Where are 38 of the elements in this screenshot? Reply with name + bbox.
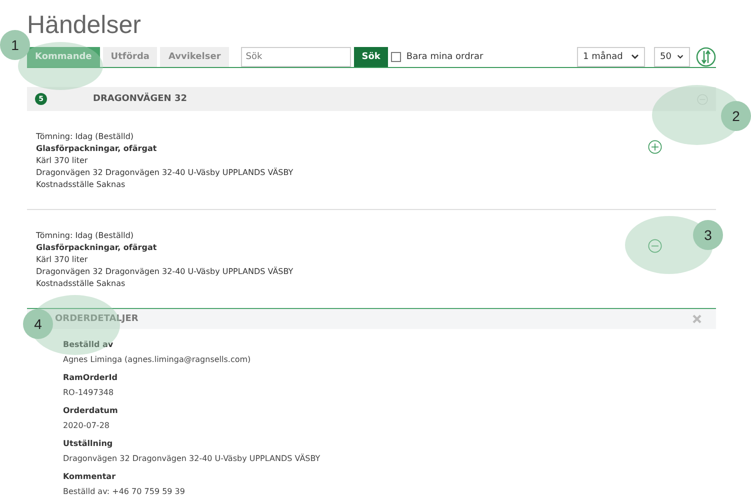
field-label: Utställning [63, 438, 113, 450]
field-label: Orderdatum [63, 405, 118, 417]
event-status: Tömning: Idag (Beställd) [36, 131, 134, 143]
callout-number: 1 [0, 30, 30, 60]
callout-number: 2 [721, 101, 751, 131]
field-label: RamOrderId [63, 372, 118, 384]
checkbox-label[interactable]: Bara mina ordrar [406, 52, 484, 62]
field-value: 2020-07-28 [63, 420, 110, 432]
section-title: ORDERDETALJER [55, 314, 140, 324]
event-address: Dragonvägen 32 Dragonvägen 32-40 U-Väsby UPPLANDS VÄSBY [36, 167, 294, 179]
field-value: Beställd av: +46 70 759 59 39 [63, 486, 185, 498]
field-label: Beställd av [63, 339, 114, 351]
event-material: Glasförpackningar, ofärgat [36, 242, 157, 254]
callout-number: 4 [23, 309, 53, 339]
field-value: Dragonvägen 32 Dragonvägen 32-40 U-Väsby UPPLANDS VÄSBY [63, 453, 320, 465]
event-cost-center: Kostnadsställe Saknas [36, 179, 126, 191]
collapse-icon[interactable] [648, 239, 662, 253]
event-container: Kärl 370 liter [36, 155, 88, 167]
field-label: Kommentar [63, 471, 116, 483]
period-select[interactable]: 1 månad [577, 46, 645, 66]
event-material: Glasförpackningar, ofärgat [36, 143, 157, 155]
group-title: DRAGONVÄGEN 32 [93, 94, 188, 104]
event-address: Dragonvägen 32 Dragonvägen 32-40 U-Väsby UPPLANDS VÄSBY [36, 266, 294, 278]
sort-icon[interactable] [696, 46, 716, 66]
checkbox[interactable] [391, 52, 402, 62]
event-status: Tömning: Idag (Beställd) [36, 230, 134, 242]
event-container: Kärl 370 liter [36, 254, 88, 266]
page-title: Händelser [27, 10, 141, 40]
field-value: RO-1497348 [63, 387, 114, 399]
search-field[interactable]: Sök [240, 46, 351, 66]
field-value: Agnes Liminga (agnes.liminga@ragnsells.com) [63, 354, 251, 366]
caret-icon [677, 54, 684, 60]
event-cost-center: Kostnadsställe Saknas [36, 278, 126, 290]
caret-icon [631, 54, 639, 60]
callout-number: 3 [693, 220, 723, 250]
expand-icon[interactable] [648, 140, 662, 154]
count-select[interactable]: 50 [654, 46, 690, 66]
search-button[interactable]: Sök [354, 46, 388, 66]
